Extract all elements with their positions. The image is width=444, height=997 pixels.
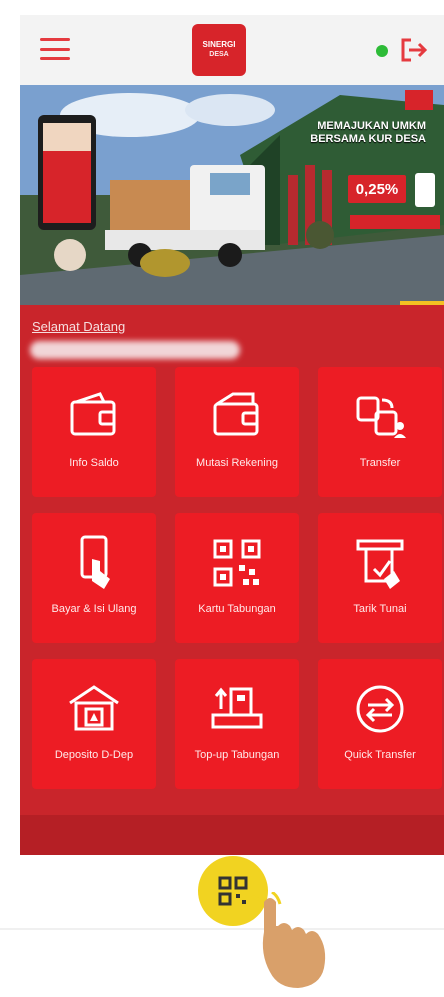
promo-banner[interactable]: MEMAJUKAN UMKM BERSAMA KUR DESA 0,25%	[20, 85, 444, 305]
tile-label: Bayar & Isi Ulang	[51, 603, 137, 615]
banner-rate-badge: 0,25%	[348, 175, 406, 203]
app-screen: SINERGI DESA MEMAJUKAN UMKM BERSAMA KUR …	[20, 15, 444, 855]
topup-tabungan-button[interactable]: Top-up Tabungan	[175, 659, 299, 789]
tile-label: Top-up Tabungan	[194, 749, 280, 761]
bayar-isi-ulang-button[interactable]: Bayar & Isi Ulang	[32, 513, 156, 643]
transfer-icon	[350, 389, 410, 445]
top-bar: SINERGI DESA	[20, 15, 444, 85]
menu-icon[interactable]	[40, 38, 70, 60]
deposit-vault-icon	[64, 681, 124, 737]
bottom-band	[20, 815, 444, 855]
menu-grid: Info Saldo Mutasi Rekening Transfer Baya…	[32, 367, 444, 792]
quick-transfer-button[interactable]: Quick Transfer	[318, 659, 442, 789]
topup-savings-icon	[207, 681, 267, 737]
wallet-history-icon	[207, 389, 267, 445]
hand-pointer-icon	[244, 890, 344, 992]
tile-label: Transfer	[359, 457, 401, 469]
app-logo: SINERGI DESA	[192, 24, 246, 76]
tile-label: Mutasi Rekening	[196, 457, 278, 469]
tarik-tunai-button[interactable]: Tarik Tunai	[318, 513, 442, 643]
tile-label: Kartu Tabungan	[198, 603, 276, 615]
info-saldo-button[interactable]: Info Saldo	[32, 367, 156, 497]
kartu-tabungan-button[interactable]: Kartu Tabungan	[175, 513, 299, 643]
logout-icon[interactable]	[399, 36, 429, 64]
banner-headline: MEMAJUKAN UMKM BERSAMA KUR DESA	[310, 120, 426, 145]
mobile-payment-icon	[64, 535, 124, 591]
qr-code-icon	[207, 535, 267, 591]
mutasi-rekening-button[interactable]: Mutasi Rekening	[175, 367, 299, 497]
quick-transfer-icon	[350, 681, 410, 737]
tile-label: Quick Transfer	[344, 749, 416, 761]
online-status-icon	[376, 45, 388, 57]
tile-label: Tarik Tunai	[353, 603, 407, 615]
greeting-label: Selamat Datang	[32, 319, 126, 334]
deposito-button[interactable]: Deposito D-Dep	[32, 659, 156, 789]
wallet-icon	[64, 389, 124, 445]
tile-label: Deposito D-Dep	[54, 749, 134, 761]
logo-line1: SINERGI	[202, 40, 236, 49]
cash-withdrawal-icon	[350, 535, 410, 591]
user-name-redacted	[30, 341, 240, 359]
banner-indicator	[400, 301, 444, 305]
logo-line2: DESA	[209, 51, 229, 58]
tile-label: Info Saldo	[69, 457, 119, 469]
divider	[0, 928, 444, 930]
transfer-button[interactable]: Transfer	[318, 367, 442, 497]
